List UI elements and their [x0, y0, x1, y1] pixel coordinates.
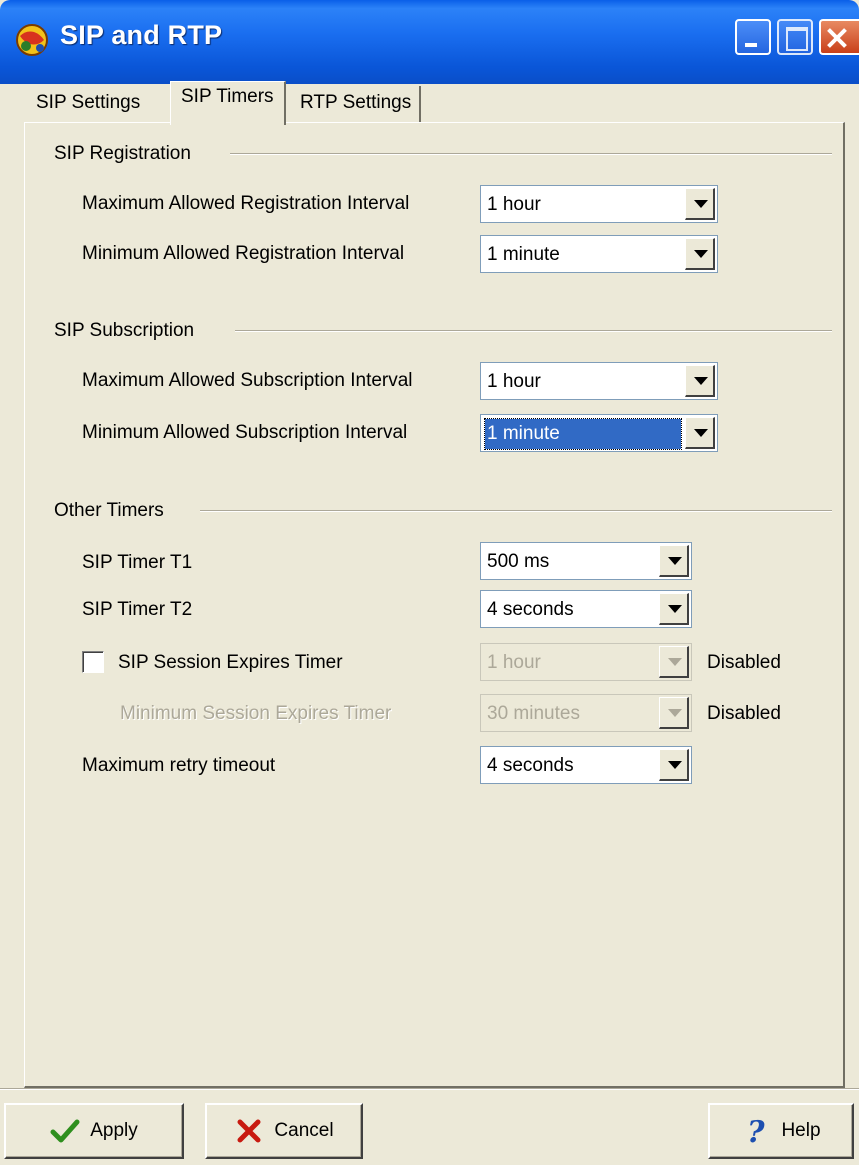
sip-timer-t1-label: SIP Timer T1	[82, 552, 193, 573]
title-bar[interactable]: SIP and RTP	[0, 0, 859, 84]
button-bar-separator	[0, 1088, 859, 1090]
tab-rtp-settings[interactable]: RTP Settings	[300, 86, 422, 122]
other-timers-heading: Other Timers	[54, 500, 180, 522]
sip-registration-heading: SIP Registration	[54, 143, 207, 165]
max-registration-label: Maximum Allowed Registration Interval	[82, 193, 410, 214]
max-retry-timeout-label: Maximum retry timeout	[82, 755, 276, 776]
tab-sip-settings[interactable]: SIP Settings	[36, 86, 140, 122]
sip-subscription-divider	[235, 330, 832, 332]
min-registration-value: 1 minute	[487, 244, 560, 265]
max-subscription-value: 1 hour	[487, 371, 541, 392]
min-registration-label: Minimum Allowed Registration Interval	[82, 243, 405, 264]
chevron-down-icon[interactable]	[659, 749, 689, 781]
apply-button-label: Apply	[90, 1120, 138, 1141]
cancel-button[interactable]: Cancel	[205, 1103, 363, 1159]
chevron-down-icon[interactable]	[685, 238, 715, 270]
min-registration-select[interactable]: 1 minute	[480, 235, 718, 273]
session-expires-select: 1 hour	[480, 643, 692, 681]
max-retry-timeout-select[interactable]: 4 seconds	[480, 746, 692, 784]
min-session-expires-select: 30 minutes	[480, 694, 692, 732]
question-mark-icon: ?	[747, 1116, 765, 1146]
chevron-down-icon[interactable]	[685, 365, 715, 397]
session-expires-status: Disabled	[707, 652, 781, 673]
max-registration-select[interactable]: 1 hour	[480, 185, 718, 223]
max-registration-value: 1 hour	[487, 194, 541, 215]
min-session-expires-value: 30 minutes	[487, 703, 580, 724]
sip-subscription-heading: SIP Subscription	[54, 320, 211, 342]
min-session-expires-status: Disabled	[707, 703, 781, 724]
tab-sip-settings-label: SIP Settings	[36, 92, 141, 113]
apply-button[interactable]: Apply	[4, 1103, 184, 1159]
other-timers-divider	[200, 510, 832, 512]
max-retry-timeout-value: 4 seconds	[487, 755, 574, 776]
sip-registration-divider	[230, 153, 832, 155]
help-button-label: Help	[781, 1120, 821, 1141]
chevron-down-icon[interactable]	[685, 188, 715, 220]
help-button[interactable]: ? Help	[708, 1103, 854, 1159]
window-title: SIP and RTP	[60, 20, 223, 50]
checkmark-icon	[50, 1119, 80, 1143]
chevron-down-icon[interactable]	[685, 417, 715, 449]
svg-text:?: ?	[747, 1116, 765, 1146]
min-session-expires-label: Minimum Session Expires Timer	[120, 703, 392, 724]
chevron-down-icon[interactable]	[659, 593, 689, 625]
cancel-button-label: Cancel	[274, 1120, 334, 1141]
sip-timer-t2-label: SIP Timer T2	[82, 599, 193, 620]
chevron-down-icon	[659, 646, 689, 678]
chevron-down-icon[interactable]	[659, 545, 689, 577]
session-expires-checkbox[interactable]	[82, 651, 104, 673]
min-subscription-select[interactable]: 1 minute	[480, 414, 718, 452]
session-expires-value: 1 hour	[487, 652, 541, 673]
cross-icon	[237, 1119, 261, 1143]
min-subscription-label: Minimum Allowed Subscription Interval	[82, 422, 408, 443]
sip-timer-t2-select[interactable]: 4 seconds	[480, 590, 692, 628]
chevron-down-icon	[659, 697, 689, 729]
min-subscription-value: 1 minute	[484, 418, 682, 450]
tab-rtp-settings-label: RTP Settings	[300, 92, 412, 113]
tab-sip-timers[interactable]: SIP Timers	[170, 81, 286, 125]
app-globe-icon	[16, 24, 48, 56]
minimize-button[interactable]	[735, 19, 771, 55]
max-subscription-label: Maximum Allowed Subscription Interval	[82, 370, 413, 391]
tab-sip-timers-label: SIP Timers	[181, 86, 274, 107]
sip-timer-t1-value: 500 ms	[487, 551, 550, 572]
session-expires-label[interactable]: SIP Session Expires Timer	[118, 652, 343, 674]
sip-timer-t1-select[interactable]: 500 ms	[480, 542, 692, 580]
maximize-button[interactable]	[777, 19, 813, 55]
close-button[interactable]	[819, 19, 859, 55]
max-subscription-select[interactable]: 1 hour	[480, 362, 718, 400]
sip-timer-t2-value: 4 seconds	[487, 599, 574, 620]
